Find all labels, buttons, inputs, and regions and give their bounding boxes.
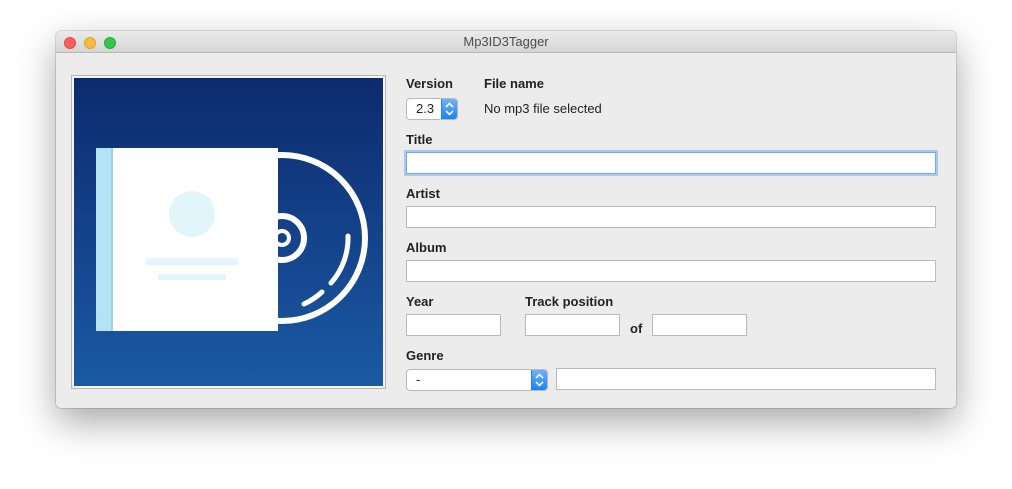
album-cover[interactable] [71,75,386,389]
window-title: Mp3ID3Tagger [463,34,549,49]
version-label: Version [406,76,453,91]
file-name-value: No mp3 file selected [484,101,602,116]
album-label: Album [406,240,447,255]
track-number-input[interactable] [525,314,620,336]
stepper-arrows-icon [441,99,457,119]
genre-label: Genre [406,348,444,363]
main-window: Mp3ID3Tagger Version 2.3 File name No mp… [56,31,956,408]
genre-selected-value: - [416,372,421,387]
version-select[interactable]: 2.3 [406,98,458,120]
album-placeholder-icon [74,78,383,386]
year-label: Year [406,294,434,309]
track-of-label: of [630,321,643,336]
version-value: 2.3 [416,101,435,116]
genre-select[interactable]: - [406,369,548,391]
year-input[interactable] [406,314,501,336]
track-total-input[interactable] [652,314,747,336]
artist-label: Artist [406,186,440,201]
album-input[interactable] [406,260,936,282]
title-bar[interactable]: Mp3ID3Tagger [56,31,956,53]
artist-input[interactable] [406,206,936,228]
title-input[interactable] [406,152,936,174]
genre-custom-input[interactable] [556,368,936,390]
track-position-label: Track position [525,294,614,309]
file-name-label: File name [484,76,544,91]
title-label: Title [406,132,433,147]
stepper-arrows-icon [531,370,547,390]
